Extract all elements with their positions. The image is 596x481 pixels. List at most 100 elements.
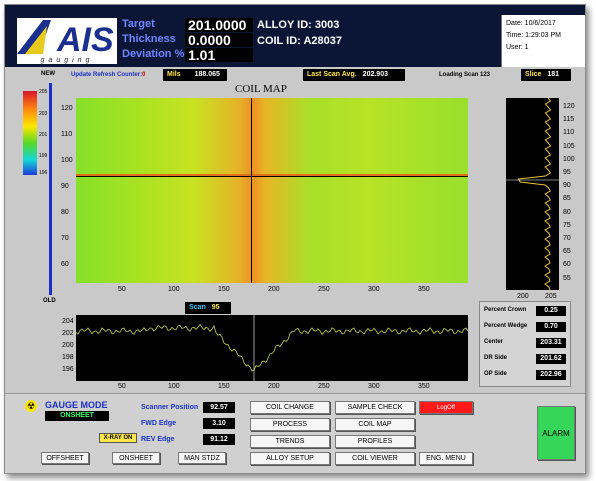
center-label: Center bbox=[484, 339, 504, 345]
scan-xtick-250: 250 bbox=[318, 383, 330, 390]
date-text: Date: 10/6/2017 bbox=[506, 20, 556, 27]
slice-ytick-120: 120 bbox=[563, 103, 575, 110]
coilmap-xtick-250: 250 bbox=[318, 286, 330, 293]
crown-label: Percent Crown bbox=[484, 307, 527, 313]
dr-side-label: DR Side bbox=[484, 355, 508, 361]
scan-xtick-350: 350 bbox=[418, 383, 430, 390]
main-window: AIS gauging Target Thickness Deviation %… bbox=[4, 4, 586, 474]
slice-ytick-105: 105 bbox=[563, 142, 575, 150]
wedge-value: 0.70 bbox=[536, 322, 566, 332]
scan-label: Scan bbox=[189, 304, 206, 311]
coil-viewer-button[interactable]: COIL VIEWER bbox=[335, 452, 415, 465]
stats-panel: Percent Crown 0.25 Percent Wedge 0.70 Ce… bbox=[479, 301, 571, 387]
offsheet-button[interactable]: OFFSHEET bbox=[41, 452, 89, 464]
mils-tag: Mils 188.065 bbox=[163, 69, 227, 81]
scan-xtick-200: 200 bbox=[268, 383, 280, 390]
datetime-panel: Date: 10/6/2017 Time: 1:29:03 PM User: 1 bbox=[501, 15, 585, 67]
radiation-icon: ☢ bbox=[25, 400, 37, 412]
rev-edge-label: REV Edge bbox=[141, 436, 175, 443]
new-label: NEW bbox=[41, 71, 55, 77]
slice-xtick-205: 205 bbox=[545, 293, 557, 300]
alarm-button[interactable]: ALARM bbox=[537, 406, 575, 460]
deviation-value: 1.01 bbox=[185, 48, 253, 62]
rev-edge-value: 91.12 bbox=[203, 434, 235, 445]
slice-ytick-65: 65 bbox=[563, 248, 571, 256]
crown-value: 0.25 bbox=[536, 306, 566, 316]
gauge-mode-title: GAUGE MODE bbox=[45, 400, 108, 410]
logoff-button[interactable]: LogOff bbox=[419, 401, 473, 414]
coilmap-ytick-60: 60 bbox=[61, 261, 69, 268]
coilmap-xtick-200: 200 bbox=[268, 286, 280, 293]
mils-value: 188.065 bbox=[194, 71, 220, 78]
scanner-pos-value: 92.57 bbox=[203, 402, 235, 413]
last-scan-tag: Last Scan Avg. 202.903 bbox=[303, 69, 405, 81]
refresh-label: Update Refresh Counter: bbox=[71, 72, 143, 78]
coilmap-ytick-70: 70 bbox=[61, 235, 69, 242]
alloy-setup-button[interactable]: ALLOY SETUP bbox=[250, 452, 330, 465]
wedge-label: Percent Wedge bbox=[484, 323, 528, 329]
xray-indicator: X-RAY ON bbox=[99, 433, 137, 443]
scan-ytick-204: 204 bbox=[62, 318, 74, 325]
scanner-pos-label: Scanner Position bbox=[141, 404, 199, 411]
scan-tag: Scan 95 bbox=[185, 302, 231, 314]
slice-ytick-100: 100 bbox=[563, 155, 575, 163]
man-stdz-button[interactable]: MAN STDZ bbox=[178, 452, 226, 464]
legend-199: 199 bbox=[39, 153, 48, 159]
sample-check-button[interactable]: SAMPLE CHECK bbox=[335, 401, 415, 414]
target-value: 201.0000 bbox=[185, 18, 253, 32]
legend-201: 201 bbox=[39, 132, 48, 138]
slice-ytick-80: 80 bbox=[563, 208, 571, 216]
time-text: Time: 1:29:03 PM bbox=[506, 32, 561, 39]
scan-xtick-50: 50 bbox=[118, 383, 126, 390]
scan-profile-plot[interactable] bbox=[75, 315, 469, 381]
time-axis-bar bbox=[49, 83, 52, 295]
op-side-label: OP Side bbox=[484, 371, 507, 377]
onsheet-button[interactable]: ONSHEET bbox=[112, 452, 160, 464]
coil-map-heatmap[interactable] bbox=[76, 98, 468, 283]
coilmap-xtick-300: 300 bbox=[368, 286, 380, 293]
scan-xtick-150: 150 bbox=[218, 383, 230, 390]
legend-203: 203 bbox=[39, 111, 48, 117]
scan-profile-line bbox=[75, 315, 469, 381]
scan-ytick-198: 198 bbox=[62, 354, 74, 361]
thickness-value: 0.0000 bbox=[185, 33, 253, 47]
process-button[interactable]: PROCESS bbox=[250, 418, 330, 431]
slice-value: 181 bbox=[547, 71, 560, 78]
slice-ytick-90: 90 bbox=[563, 182, 571, 190]
mils-label: Mils bbox=[167, 71, 181, 78]
coil-id: COIL ID: A28037 bbox=[257, 35, 342, 47]
coilmap-xtick-50: 50 bbox=[118, 286, 126, 293]
coil-map-button[interactable]: COIL MAP bbox=[335, 418, 415, 431]
scan-value: 95 bbox=[211, 304, 220, 311]
loading-scan: Loading Scan 123 bbox=[439, 72, 491, 78]
profiles-button[interactable]: PROFILES bbox=[335, 435, 415, 448]
trends-button[interactable]: TRENDS bbox=[250, 435, 330, 448]
center-value: 203.31 bbox=[536, 338, 566, 348]
legend-196: 196 bbox=[39, 170, 48, 176]
coilmap-xtick-100: 100 bbox=[168, 286, 180, 293]
coilmap-title: COIL MAP bbox=[235, 83, 287, 95]
scan-xtick-300: 300 bbox=[368, 383, 380, 390]
deviation-label: Deviation % bbox=[122, 48, 185, 60]
slice-profile-plot[interactable] bbox=[506, 97, 559, 291]
slice-ytick-55: 55 bbox=[563, 274, 571, 282]
fwd-edge-value: 3.10 bbox=[203, 418, 235, 429]
gauge-mode-value: ONSHEET bbox=[45, 411, 109, 421]
logo-subtitle: gauging bbox=[40, 57, 94, 64]
eng-menu-button[interactable]: ENG. MENU bbox=[419, 452, 473, 465]
coilmap-ytick-120: 120 bbox=[61, 105, 73, 112]
coilmap-ytick-90: 90 bbox=[61, 183, 69, 190]
coil-change-button[interactable]: COIL CHANGE bbox=[250, 401, 330, 414]
refresh-count: 0 bbox=[142, 72, 146, 78]
op-side-value: 202.96 bbox=[536, 370, 566, 380]
slice-tag: Slice 181 bbox=[521, 69, 571, 81]
coilmap-xtick-350: 350 bbox=[418, 286, 430, 293]
coilmap-ytick-100: 100 bbox=[61, 157, 73, 164]
scan-ytick-202: 202 bbox=[62, 330, 74, 337]
slice-ytick-115: 115 bbox=[563, 116, 575, 124]
header-bar: AIS gauging Target Thickness Deviation %… bbox=[5, 5, 585, 67]
slice-ytick-70: 70 bbox=[563, 235, 571, 242]
slice-ytick-110: 110 bbox=[563, 129, 575, 137]
slice-ytick-75: 75 bbox=[563, 221, 571, 229]
legend-205: 205 bbox=[39, 89, 48, 95]
